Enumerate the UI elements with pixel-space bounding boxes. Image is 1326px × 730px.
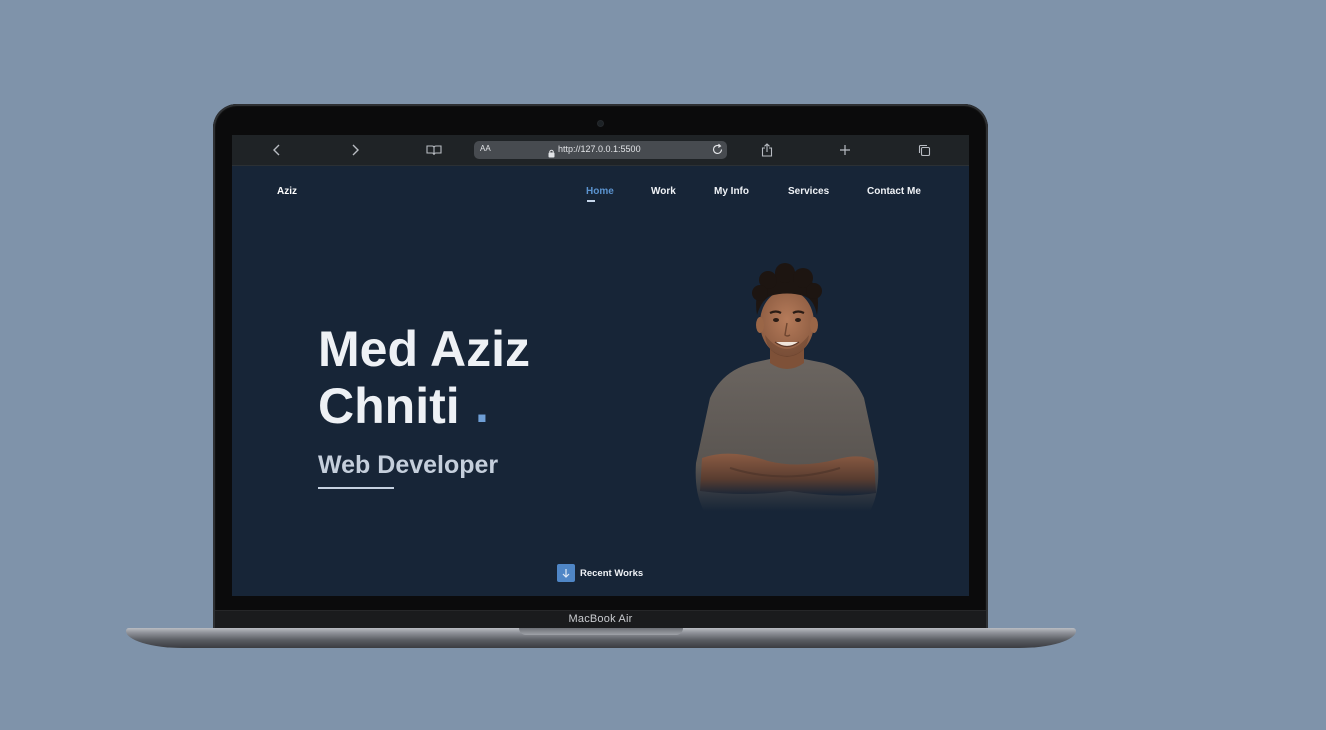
- forward-icon[interactable]: [347, 142, 363, 158]
- nav-active-indicator: [587, 200, 595, 202]
- tabs-icon[interactable]: [916, 142, 932, 158]
- recent-works-button[interactable]: [557, 564, 575, 582]
- reader-aa-button[interactable]: AA: [480, 144, 491, 153]
- laptop-base: [126, 628, 1076, 648]
- reload-icon[interactable]: [711, 143, 724, 161]
- profile-portrait: [695, 263, 879, 511]
- hero-name-line2: Chniti: [318, 378, 460, 434]
- url-text[interactable]: http://127.0.0.1:5500: [558, 144, 641, 154]
- hero-role: Web Developer: [318, 451, 499, 479]
- recent-works-label[interactable]: Recent Works: [580, 568, 643, 579]
- hero-accent-dot: .: [475, 377, 489, 433]
- nav-home[interactable]: Home: [586, 186, 614, 197]
- reader-book-icon[interactable]: [426, 142, 442, 158]
- nav-services[interactable]: Services: [788, 186, 829, 197]
- lock-icon: [548, 145, 555, 163]
- hero-role-underline: [318, 487, 394, 489]
- new-tab-icon[interactable]: [837, 142, 853, 158]
- nav-my-info[interactable]: My Info: [714, 186, 749, 197]
- address-bar[interactable]: AA http://127.0.0.1:5500: [474, 141, 727, 159]
- browser-toolbar: AA http://127.0.0.1:5500: [232, 135, 969, 166]
- site-brand[interactable]: Aziz: [277, 186, 297, 197]
- hero-name: Med Aziz Chniti: [318, 321, 618, 435]
- hero-name-line1: Med Aziz: [318, 321, 531, 377]
- share-icon[interactable]: [759, 142, 775, 158]
- laptop-notch: [519, 628, 683, 635]
- arrow-down-icon: [562, 569, 570, 578]
- nav-work[interactable]: Work: [651, 186, 676, 197]
- nav-contact-me[interactable]: Contact Me: [867, 186, 921, 197]
- camera-dot: [598, 121, 603, 126]
- back-icon[interactable]: [269, 142, 285, 158]
- browser-screen: AA http://127.0.0.1:5500 Aziz Home Work …: [232, 135, 969, 596]
- laptop-model-label: MacBook Air: [568, 613, 633, 625]
